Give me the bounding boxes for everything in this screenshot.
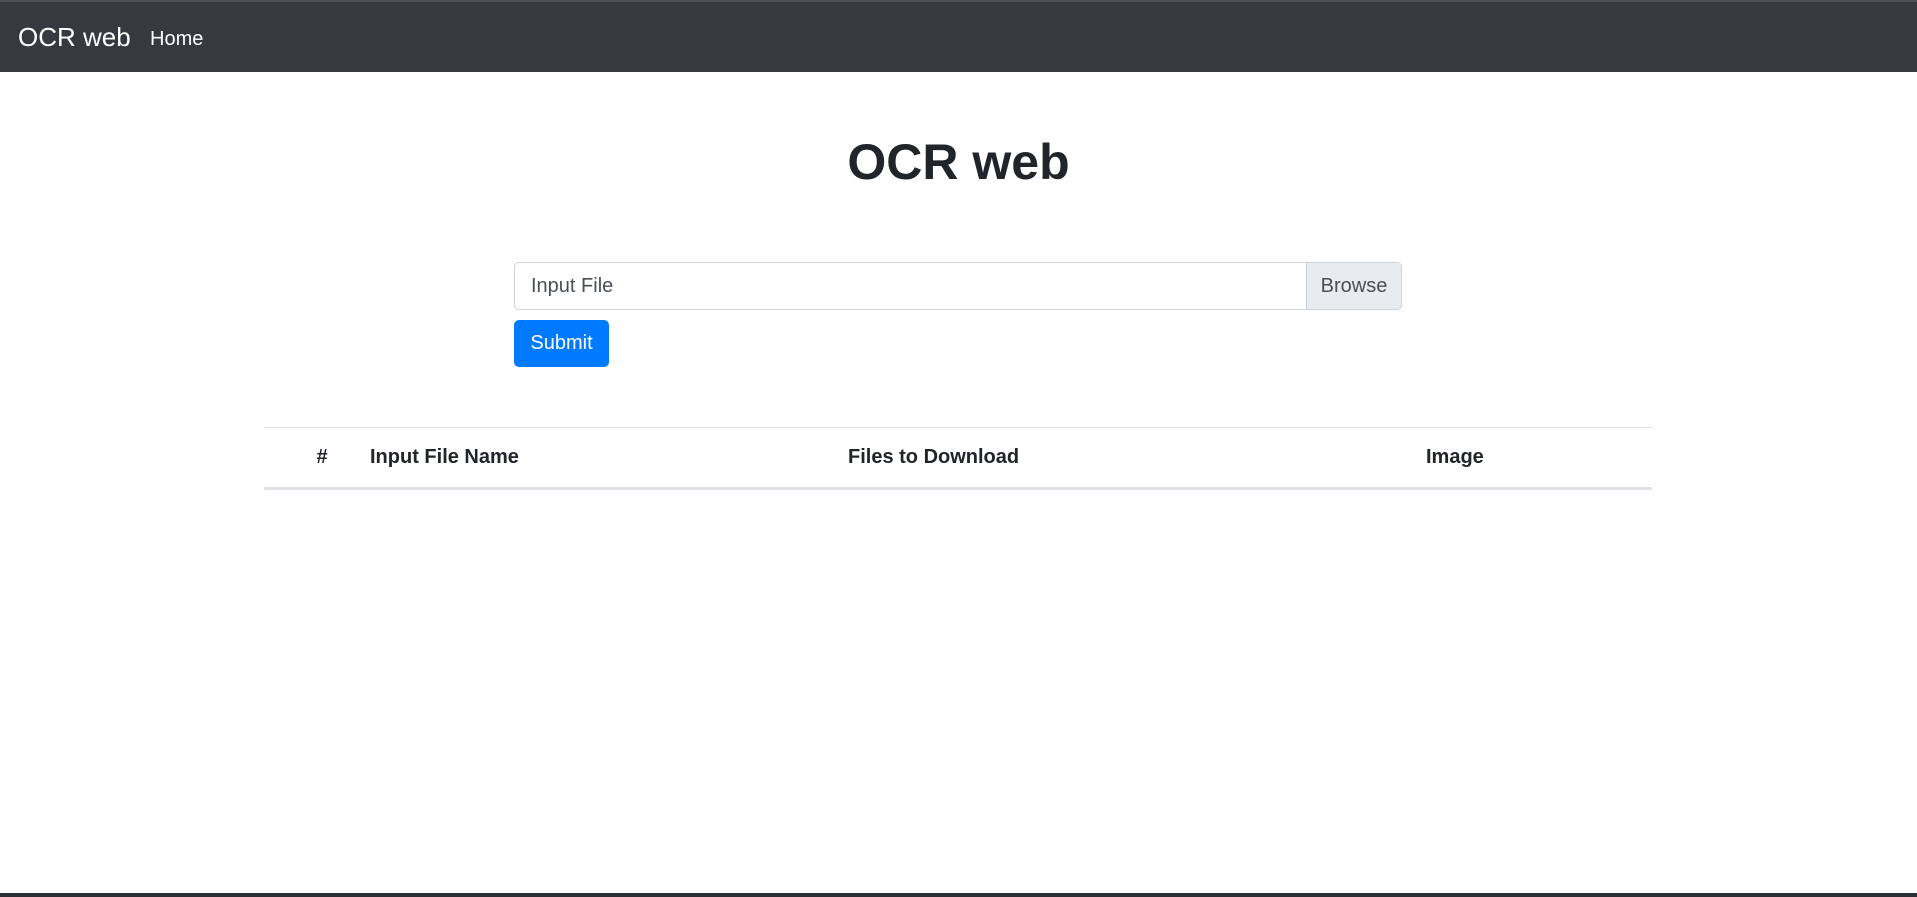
file-input-label: Input File [531,275,614,297]
navbar: OCR web Home [0,0,1917,72]
table-header-row: # Input File Name Files to Download Imag… [264,427,1652,490]
column-header-image: Image [1348,427,1652,490]
column-header-files-to-download: Files to Download [836,427,1348,490]
browse-button[interactable]: Browse [1306,263,1401,309]
column-header-input-file-name: Input File Name [358,427,836,490]
navbar-brand[interactable]: OCR web [18,21,131,53]
window-bottom-edge [0,893,1917,897]
nav-link-home[interactable]: Home [150,26,203,52]
results-table: # Input File Name Files to Download Imag… [264,427,1652,490]
column-header-number: # [264,427,358,490]
submit-button[interactable]: Submit [514,320,609,367]
file-input[interactable]: Input File Browse [514,262,1402,310]
page-title: OCR web [847,134,1070,190]
